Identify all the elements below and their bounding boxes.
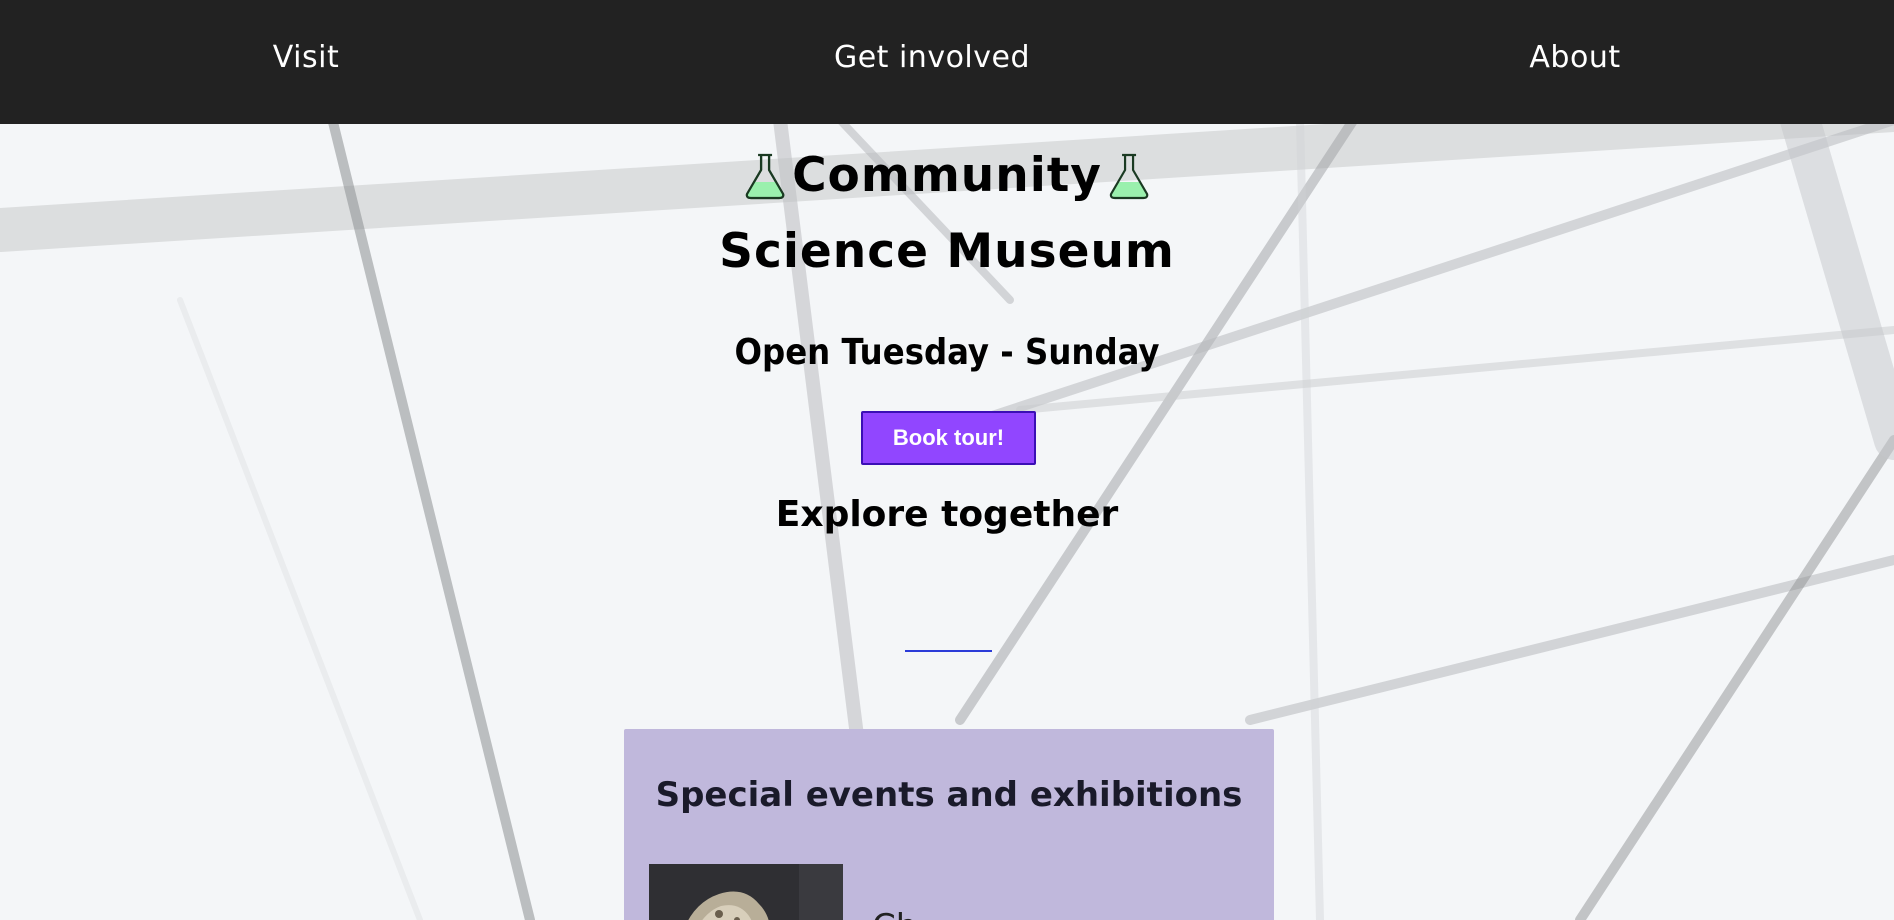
- event-item-text: Ch...: [872, 907, 950, 920]
- page-title-line-1: Community: [738, 148, 1156, 203]
- events-heading: Special events and exhibitions: [655, 775, 1243, 815]
- page-title-line-2: Science Museum: [719, 224, 1175, 279]
- nav-link-get-involved[interactable]: Get involved: [834, 40, 1030, 75]
- book-tour-button[interactable]: Book tour!: [861, 411, 1036, 465]
- opening-hours: Open Tuesday - Sunday: [734, 332, 1160, 373]
- exhibit-photo: [649, 864, 843, 920]
- nav-link-visit[interactable]: Visit: [273, 40, 339, 75]
- empty-link-underline[interactable]: [905, 650, 992, 652]
- flask-icon: [745, 153, 785, 199]
- top-navigation: Visit Get involved About: [0, 0, 1894, 124]
- tagline: Explore together: [775, 494, 1119, 535]
- flask-icon: [1109, 153, 1149, 199]
- main-content: Community Science Museum Open Tuesday - …: [0, 124, 1894, 920]
- events-panel: Special events and exhibitions Ch...: [624, 729, 1274, 920]
- nav-link-about[interactable]: About: [1529, 40, 1620, 75]
- title-community: Community: [792, 148, 1102, 203]
- exhibit-photo-graphic: [649, 864, 843, 920]
